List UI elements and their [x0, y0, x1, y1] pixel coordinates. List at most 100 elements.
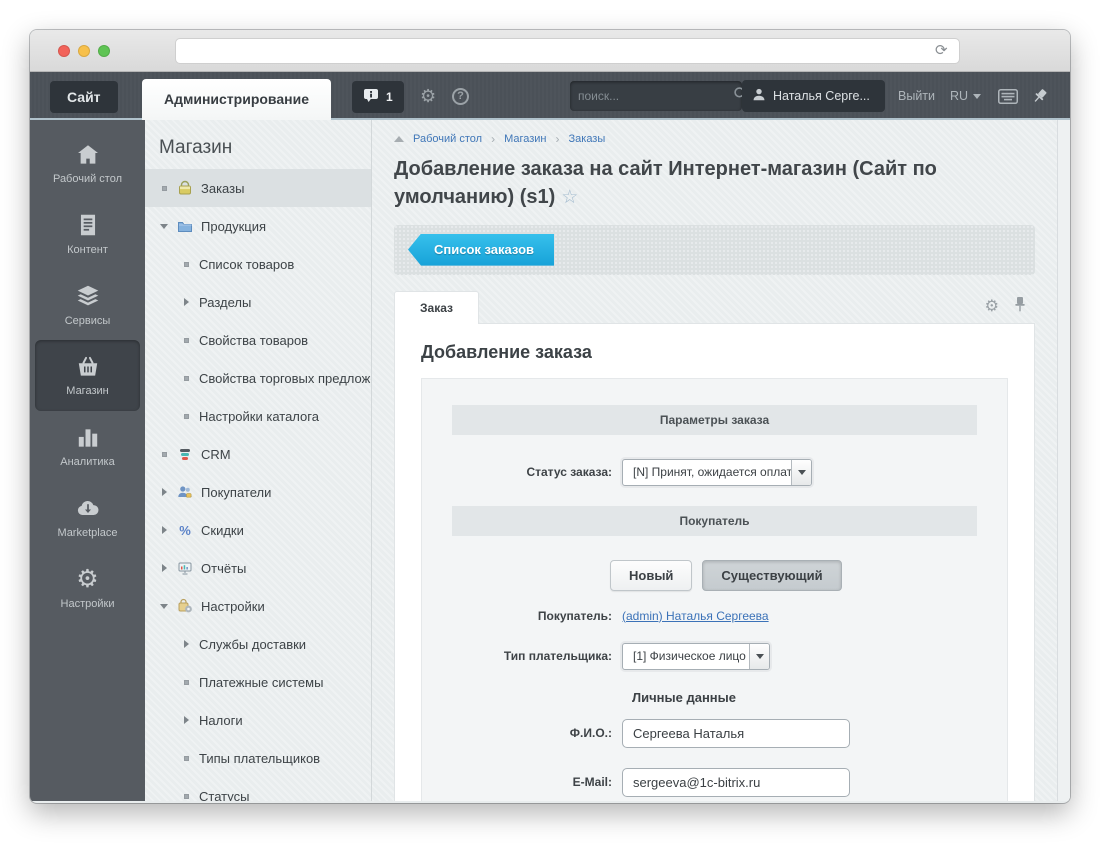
rail-item-analytics[interactable]: Аналитика — [35, 411, 140, 482]
new-buyer-button[interactable]: Новый — [610, 560, 692, 591]
menu-item-label: Продукция — [201, 219, 266, 234]
menu-item-reports[interactable]: Отчёты — [145, 549, 371, 587]
expanded-marker — [159, 604, 169, 609]
main-content: Рабочий стол Магазин Заказы Добавление з… — [372, 120, 1070, 801]
email-input[interactable] — [622, 768, 850, 797]
reload-icon[interactable]: ⟳ — [935, 41, 948, 59]
existing-buyer-button[interactable]: Существующий — [702, 560, 841, 591]
browser-titlebar: ⟳ — [30, 30, 1070, 72]
bullet-marker — [181, 680, 191, 685]
breadcrumb-orders[interactable]: Заказы — [569, 133, 606, 145]
select-arrow-icon[interactable] — [749, 644, 769, 669]
breadcrumb-desktop[interactable]: Рабочий стол — [413, 133, 482, 145]
order-panel: Добавление заказа Параметры заказа Стату… — [394, 323, 1035, 801]
menu-item-taxes[interactable]: Налоги — [145, 701, 371, 739]
tab-administration[interactable]: Администрирование — [142, 79, 331, 120]
user-menu-button[interactable]: Наталья Серге... — [742, 80, 885, 112]
breadcrumb-shop[interactable]: Магазин — [504, 133, 546, 145]
menu-item-product-list[interactable]: Список товаров — [145, 245, 371, 283]
gear-icon: ⚙ — [39, 566, 136, 593]
tab-site[interactable]: Сайт — [50, 81, 118, 113]
rail-item-content[interactable]: Контент — [35, 199, 140, 270]
folder-icon — [177, 218, 193, 234]
menu-item-payment-systems[interactable]: Платежные системы — [145, 663, 371, 701]
hotkeys-panel-icon[interactable] — [998, 72, 1018, 120]
payer-type-select[interactable]: [1] Физическое лицо — [622, 643, 770, 670]
pin-panel-icon[interactable] — [1032, 72, 1048, 120]
breadcrumb-separator — [556, 132, 560, 146]
fio-input[interactable] — [622, 719, 850, 748]
menu-item-label: Настройки — [201, 599, 265, 614]
address-bar[interactable] — [175, 38, 960, 64]
rail-item-label: Контент — [52, 244, 124, 258]
help-icon[interactable]: ? — [452, 72, 469, 120]
menu-item-label: Службы доставки — [199, 637, 306, 652]
language-switcher[interactable]: RU — [950, 72, 981, 120]
menu-item-product-properties[interactable]: Свойства товаров — [145, 321, 371, 359]
menu-item-products[interactable]: Продукция — [145, 207, 371, 245]
tab-order[interactable]: Заказ — [394, 291, 479, 324]
menu-item-label: Свойства торговых предложен — [199, 371, 371, 386]
section-buyer: Покупатель — [452, 506, 977, 536]
menu-item-sections[interactable]: Разделы — [145, 283, 371, 321]
select-arrow-icon[interactable] — [791, 460, 811, 485]
menu-item-label: Список товаров — [199, 257, 294, 272]
breadcrumb: Рабочий стол Магазин Заказы — [394, 132, 1035, 146]
close-window-button[interactable] — [58, 45, 70, 57]
notification-bubble-icon — [363, 88, 379, 106]
bar-chart-icon — [39, 424, 136, 451]
search-input[interactable] — [578, 89, 733, 103]
order-list-button[interactable]: Список заказов — [408, 234, 554, 266]
scrollbar-track[interactable] — [1057, 120, 1070, 801]
breadcrumb-up-icon[interactable] — [394, 136, 404, 142]
menu-item-label: Типы плательщиков — [199, 751, 320, 766]
page-title-text: Добавление заказа на сайт Интернет-магаз… — [394, 158, 937, 208]
fio-label: Ф.И.О.: — [452, 726, 622, 740]
logout-link[interactable]: Выйти — [898, 72, 935, 120]
order-status-select[interactable]: [N] Принят, ожидается оплата — [622, 459, 812, 486]
tab-pin-icon[interactable] — [1013, 296, 1027, 317]
menu-item-offer-properties[interactable]: Свойства торговых предложен — [145, 359, 371, 397]
menu-item-statuses[interactable]: Статусы — [145, 777, 371, 801]
menu-item-orders[interactable]: Заказы — [145, 169, 371, 207]
menu-item-delivery-services[interactable]: Службы доставки — [145, 625, 371, 663]
favorite-star-icon[interactable]: ☆ — [561, 187, 578, 208]
rail-item-desktop[interactable]: Рабочий стол — [35, 128, 140, 199]
menu-item-discounts[interactable]: % Скидки — [145, 511, 371, 549]
menu-item-shop-settings[interactable]: Настройки — [145, 587, 371, 625]
menu-item-label: Разделы — [199, 295, 251, 310]
language-label: RU — [950, 89, 968, 103]
menu-item-crm[interactable]: CRM — [145, 435, 371, 473]
settings-gear-icon[interactable]: ⚙ — [420, 72, 436, 120]
buyer-type-toggle: Новый Существующий — [610, 560, 977, 591]
rail-item-shop[interactable]: Магазин — [35, 340, 140, 411]
notifications-button[interactable]: 1 — [352, 81, 404, 113]
bullet-marker — [159, 452, 169, 457]
order-status-value: [N] Принят, ожидается оплата — [623, 460, 791, 485]
user-icon — [752, 87, 766, 105]
buyer-link[interactable]: (admin) Наталья Сергеева — [622, 609, 769, 623]
menu-item-payer-types[interactable]: Типы плательщиков — [145, 739, 371, 777]
percent-icon: % — [177, 522, 193, 538]
document-icon — [39, 212, 136, 239]
menu-item-label: Налоги — [199, 713, 243, 728]
payer-type-row: Тип плательщика: [1] Физическое лицо — [452, 643, 977, 670]
rail-item-settings[interactable]: ⚙ Настройки — [35, 553, 140, 624]
zoom-window-button[interactable] — [98, 45, 110, 57]
email-label: E-Mail: — [452, 775, 622, 789]
collapsed-marker — [181, 640, 191, 648]
minimize-window-button[interactable] — [78, 45, 90, 57]
tab-settings-gear-icon[interactable]: ⚙ — [985, 296, 999, 316]
rail-item-marketplace[interactable]: Marketplace — [35, 482, 140, 553]
shop-menu-sidebar: Магазин Заказы Продукция Список товаров — [145, 120, 372, 801]
rail-item-services[interactable]: Сервисы — [35, 270, 140, 341]
content-heading: Добавление заказа — [421, 342, 1008, 363]
report-screen-icon — [177, 560, 193, 576]
rail-item-label: Marketplace — [52, 527, 124, 541]
browser-window: ⟳ Сайт Администрирование 1 ⚙ ? Наталья С… — [30, 30, 1070, 803]
collapsed-marker — [159, 526, 169, 534]
menu-item-customers[interactable]: Покупатели — [145, 473, 371, 511]
menu-item-catalog-settings[interactable]: Настройки каталога — [145, 397, 371, 435]
basket-icon — [39, 353, 136, 380]
menu-item-label: Статусы — [199, 789, 249, 802]
